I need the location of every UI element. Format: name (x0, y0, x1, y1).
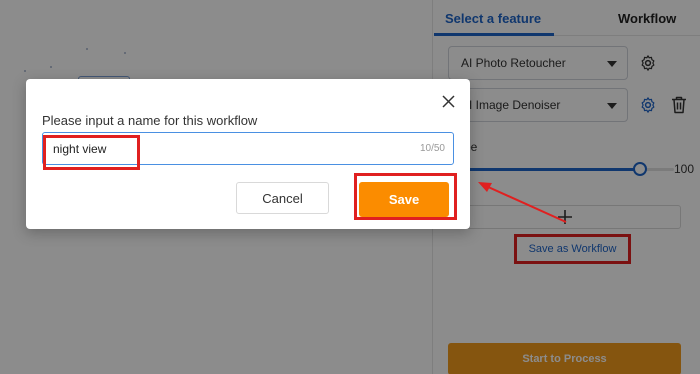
save-highlight-box (354, 173, 457, 220)
input-highlight-box (43, 135, 140, 170)
cancel-button[interactable]: Cancel (236, 182, 329, 214)
char-counter: 10/50 (419, 143, 445, 154)
close-button[interactable] (436, 89, 460, 113)
workflow-name-dialog: Please input a name for this workflow 10… (26, 79, 470, 229)
close-icon (441, 94, 455, 108)
dialog-title: Please input a name for this workflow (42, 113, 258, 128)
